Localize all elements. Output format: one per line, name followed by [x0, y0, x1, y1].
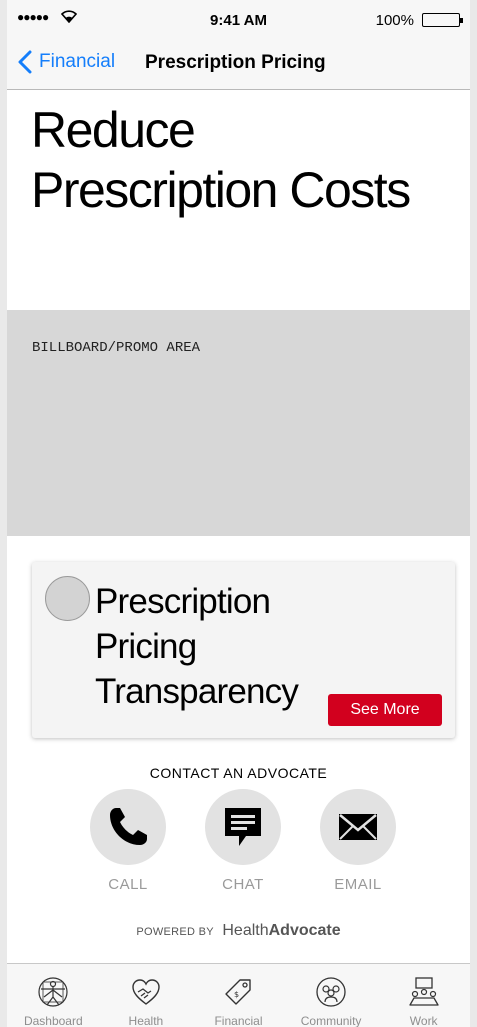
- billboard-promo-area[interactable]: BILLBOARD/PROMO AREA: [7, 310, 470, 536]
- tab-bar: Dashboard Health $ Financial Community W…: [7, 963, 470, 1027]
- tab-financial[interactable]: $ Financial: [192, 964, 285, 1027]
- email-button[interactable]: EMAIL: [318, 789, 398, 893]
- vitruvian-man-icon: [38, 977, 68, 1007]
- chat-icon: [225, 808, 261, 846]
- back-button[interactable]: Financial: [17, 50, 115, 74]
- heart-handshake-icon: [132, 979, 160, 1005]
- email-label: EMAIL: [334, 876, 382, 893]
- tab-health[interactable]: Health: [100, 964, 193, 1027]
- see-more-button[interactable]: See More: [328, 694, 442, 726]
- price-tag-icon: $: [225, 979, 252, 1005]
- tab-financial-label: Financial: [214, 1014, 263, 1027]
- chevron-left-icon: [18, 50, 32, 74]
- chat-label: CHAT: [222, 876, 264, 893]
- tab-health-label: Health: [128, 1014, 164, 1027]
- contact-heading: CONTACT AN ADVOCATE: [149, 765, 328, 781]
- email-circle: [320, 789, 396, 865]
- call-button[interactable]: CALL: [88, 789, 168, 893]
- tab-work[interactable]: Work: [377, 964, 470, 1027]
- card-thumbnail: [45, 576, 90, 621]
- chat-circle: [205, 789, 281, 865]
- pricing-transparency-card: Prescription Pricing Transparency See Mo…: [32, 562, 455, 738]
- tab-community-label: Community: [300, 1014, 362, 1027]
- tab-work-label: Work: [409, 1014, 438, 1027]
- chat-button[interactable]: CHAT: [203, 789, 283, 893]
- people-group-icon: [316, 977, 346, 1007]
- call-label: CALL: [108, 876, 148, 893]
- back-label: Financial: [39, 51, 116, 72]
- tab-dashboard-label: Dashboard: [23, 1014, 83, 1027]
- card-title: Prescription Pricing Transparency: [95, 582, 299, 711]
- call-circle: [90, 789, 166, 865]
- nav-title: Prescription Pricing: [145, 52, 326, 73]
- navigation-bar: Financial Prescription Pricing: [7, 40, 470, 90]
- email-icon: [339, 814, 377, 840]
- powered-by: POWERED BY HealthAdvocate: [7, 922, 470, 940]
- meeting-table-icon: [409, 977, 439, 1006]
- brand-light: Health: [222, 922, 269, 939]
- battery-percent: 100%: [375, 12, 414, 29]
- tab-community[interactable]: Community: [285, 964, 378, 1027]
- battery-icon: [422, 13, 463, 27]
- brand-bold: Advocate: [268, 922, 341, 939]
- brand-logo: HealthAdvocate: [222, 922, 340, 939]
- status-bar: ●●●●● 9:41 AM 100%: [7, 0, 470, 40]
- page-title: Reduce Prescription Costs: [31, 102, 411, 218]
- phone-screen: ●●●●● 9:41 AM 100% Financial Prescriptio…: [7, 0, 470, 1027]
- svg-text:$: $: [234, 990, 239, 999]
- billboard-label: BILLBOARD/PROMO AREA: [32, 340, 201, 356]
- tab-dashboard[interactable]: Dashboard: [7, 964, 100, 1027]
- phone-icon: [110, 808, 147, 845]
- powered-by-prefix: POWERED BY: [136, 926, 214, 938]
